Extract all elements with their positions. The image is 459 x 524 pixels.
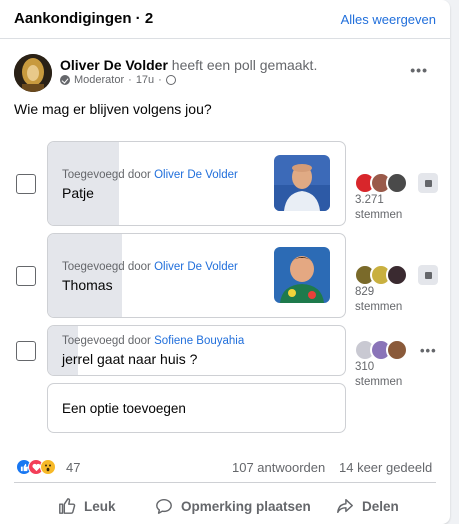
option-menu-button[interactable] — [418, 265, 438, 285]
reactions-summary[interactable]: 47 — [16, 459, 80, 475]
post-more-button[interactable]: ••• — [410, 62, 428, 78]
share-button[interactable]: Delen — [336, 497, 399, 515]
author-role: Moderator — [74, 74, 125, 86]
post-author-line: Oliver De Volder heeft een poll gemaakt. — [60, 57, 317, 73]
answers-count[interactable]: 107 antwoorden — [232, 460, 325, 475]
see-all-link[interactable]: Alles weergeven — [341, 12, 436, 27]
comment-icon — [156, 498, 172, 514]
poll-option-label: jerrel gaat naar huis ? — [62, 351, 198, 367]
wow-reaction-icon — [40, 459, 56, 475]
added-by-name[interactable]: Oliver De Volder — [154, 261, 238, 273]
section-title: Aankondigingen · 2 — [14, 10, 154, 27]
option-menu-icon — [424, 179, 432, 187]
added-by-line: Toegevoegd door Sofiene Bouyahia — [62, 335, 245, 347]
shares-count[interactable]: 14 keer gedeeld — [339, 460, 432, 475]
poll-option[interactable]: Toegevoegd door Sofiene Bouyahia jerrel … — [47, 325, 346, 376]
added-by-name[interactable]: Oliver De Volder — [154, 169, 238, 181]
author-name[interactable]: Oliver De Volder — [60, 57, 168, 73]
thumbs-up-icon — [59, 498, 76, 514]
added-by-name[interactable]: Sofiene Bouyahia — [154, 335, 244, 347]
poll-option-checkbox[interactable] — [16, 266, 36, 286]
option-photo — [274, 247, 330, 303]
like-button[interactable]: Leuk — [58, 497, 116, 515]
vote-count[interactable]: 310 stemmen — [355, 360, 402, 390]
moderator-badge-icon — [60, 75, 70, 85]
poll-option-label: Patje — [62, 185, 94, 201]
voter-avatars[interactable] — [354, 339, 414, 361]
poll-option-checkbox[interactable] — [16, 341, 36, 361]
voter-avatar — [386, 264, 408, 286]
added-by-line: Toegevoegd door Oliver De Volder — [62, 261, 238, 273]
poll-option[interactable]: Toegevoegd door Oliver De Volder Thomas — [47, 233, 346, 318]
add-option-button[interactable]: Een optie toevoegen — [47, 383, 346, 433]
author-avatar[interactable] — [14, 54, 52, 92]
vote-count[interactable]: 829 stemmen — [355, 285, 402, 315]
comment-label: Opmerking plaatsen — [181, 498, 311, 514]
meta-separator: · — [158, 74, 162, 86]
reactions-count: 47 — [66, 459, 81, 475]
share-label: Delen — [362, 498, 399, 514]
vote-share-bar — [48, 234, 123, 317]
option-photo — [274, 155, 330, 211]
option-menu-icon — [424, 271, 432, 279]
option-menu-button[interactable] — [418, 173, 438, 193]
divider — [0, 38, 450, 39]
comment-button[interactable]: Opmerking plaatsen — [155, 497, 311, 515]
post-meta: Moderator · 17u · — [60, 74, 176, 86]
poll-option-checkbox[interactable] — [16, 174, 36, 194]
globe-icon — [165, 75, 176, 85]
option-more-button[interactable]: ••• — [420, 343, 437, 358]
post-action: heeft een poll gemaakt. — [171, 57, 318, 73]
voter-avatars[interactable] — [354, 172, 414, 194]
voter-avatar — [386, 172, 408, 194]
meta-separator: · — [128, 74, 132, 86]
poll-option-label: Thomas — [62, 277, 113, 293]
vote-share-bar — [48, 142, 120, 225]
share-arrow-icon — [337, 498, 353, 514]
like-label: Leuk — [84, 498, 116, 514]
added-by-line: Toegevoegd door Oliver De Volder — [62, 169, 238, 181]
voter-avatars[interactable] — [354, 264, 414, 286]
vote-count[interactable]: 3.271 stemmen — [355, 193, 402, 223]
poll-question: Wie mag er blijven volgens jou? — [14, 101, 212, 117]
divider — [14, 482, 436, 483]
poll-option[interactable]: Toegevoegd door Oliver De Volder Patje — [47, 141, 346, 226]
voter-avatar — [386, 339, 408, 361]
announcement-card: Aankondigingen · 2 Alles weergeven Olive… — [0, 0, 450, 524]
post-time[interactable]: 17u — [136, 74, 154, 86]
